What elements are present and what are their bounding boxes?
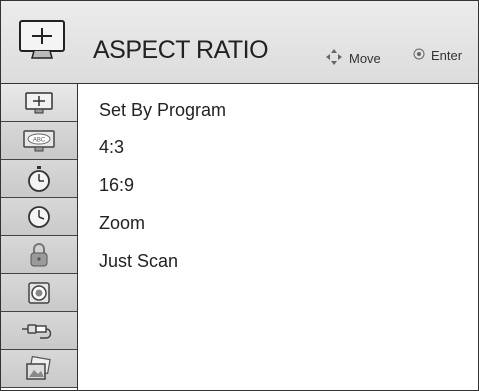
sidebar-item-audio[interactable] — [1, 274, 77, 312]
clock-icon — [28, 205, 50, 228]
lock-icon — [30, 242, 48, 266]
svg-text:ABC: ABC — [33, 137, 46, 143]
sleep-timer-icon — [28, 165, 50, 192]
sidebar-menu: ABC — [1, 84, 78, 390]
option-zoom[interactable]: Zoom — [99, 213, 145, 234]
aspect-ratio-menu: ASPECT RATIO Move Enter ABC Set By Progr… — [0, 0, 479, 391]
sidebar-item-picture[interactable] — [1, 84, 77, 122]
enter-circle-icon — [413, 48, 425, 63]
menu-header: ASPECT RATIO Move Enter — [1, 1, 478, 84]
picture-monitor-icon — [19, 20, 65, 60]
sidebar-item-time[interactable] — [1, 198, 77, 236]
option-16-9[interactable]: 16:9 — [99, 175, 134, 196]
sidebar-item-photo[interactable] — [1, 350, 77, 388]
option-just-scan[interactable]: Just Scan — [99, 251, 178, 272]
sidebar-item-input[interactable] — [1, 312, 77, 350]
move-hint: Move — [325, 48, 381, 69]
four-way-arrows-icon — [325, 48, 343, 69]
enter-hint: Enter — [413, 48, 462, 63]
option-set-by-program[interactable]: Set By Program — [99, 100, 226, 121]
photo-icon — [26, 355, 51, 380]
enter-hint-label: Enter — [431, 48, 463, 63]
picture-monitor-icon — [25, 91, 53, 113]
option-4-3[interactable]: 4:3 — [99, 137, 124, 158]
options-list: Set By Program 4:3 16:9 Zoom Just Scan — [79, 84, 478, 390]
abc-caption-icon: ABC — [23, 129, 55, 151]
sidebar-item-caption[interactable]: ABC — [1, 122, 77, 160]
move-hint-label: Move — [349, 51, 381, 66]
speaker-icon — [28, 281, 50, 304]
sidebar-item-lock[interactable] — [1, 236, 77, 274]
input-plug-icon — [22, 323, 52, 339]
page-title: ASPECT RATIO — [93, 36, 269, 64]
sidebar-item-sleep-timer[interactable] — [1, 160, 77, 198]
